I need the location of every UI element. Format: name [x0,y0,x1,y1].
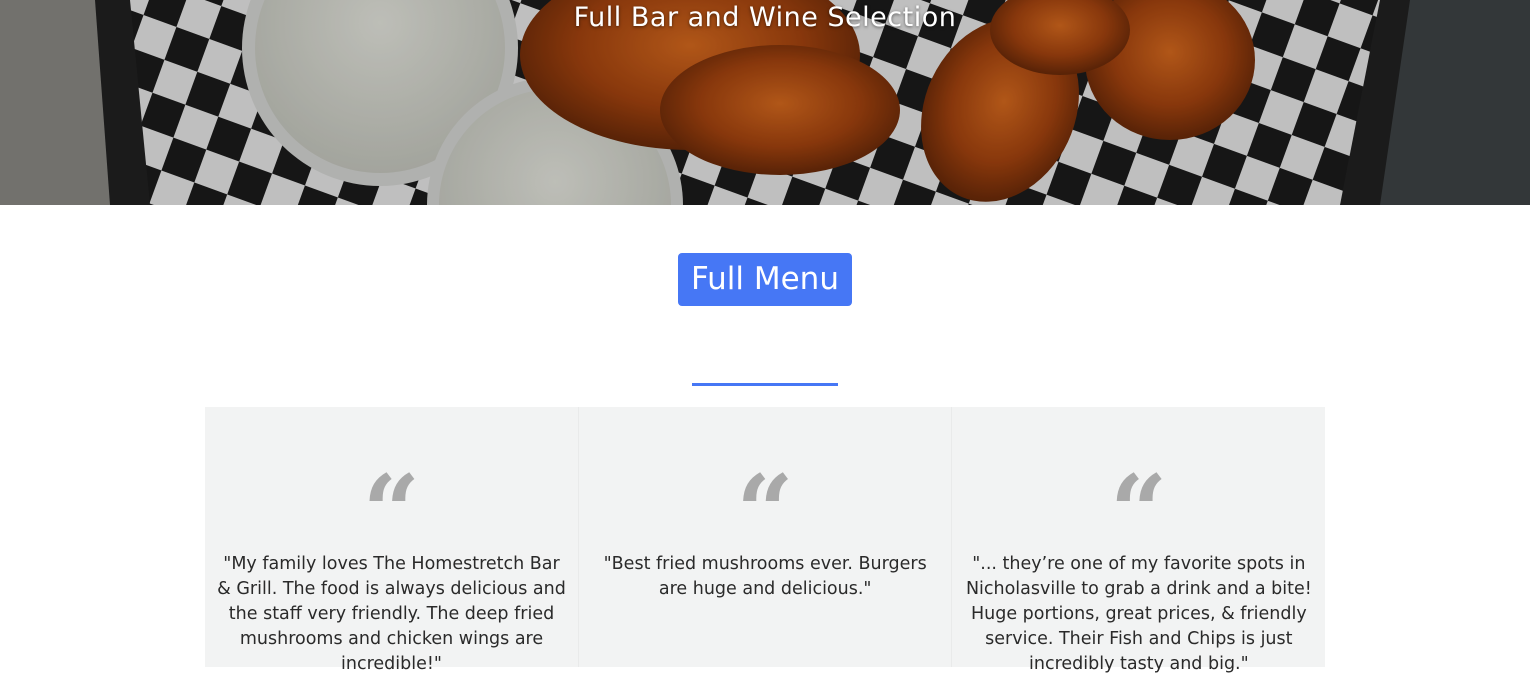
hero-banner: Full Bar and Wine Selection [0,0,1530,205]
section-divider [692,383,838,386]
review-card: “ "... they’re one of my favorite spots … [952,407,1325,674]
reviews-section: “ "My family loves The Homestretch Bar &… [205,407,1325,674]
quote-mark-icon: “ [362,462,421,522]
hero-tagline: Full Bar and Wine Selection [573,2,957,33]
full-menu-button[interactable]: Full Menu [678,253,852,306]
review-text: "Best fried mushrooms ever. Burgers are … [603,554,927,599]
review-card: “ "Best fried mushrooms ever. Burgers ar… [579,407,953,667]
review-card: “ "My family loves The Homestretch Bar &… [205,407,579,674]
review-text: "My family loves The Homestretch Bar & G… [217,554,566,674]
quote-mark-icon: “ [1109,462,1168,522]
review-text: "... they’re one of my favorite spots in… [965,554,1312,674]
quote-mark-icon: “ [736,462,794,522]
